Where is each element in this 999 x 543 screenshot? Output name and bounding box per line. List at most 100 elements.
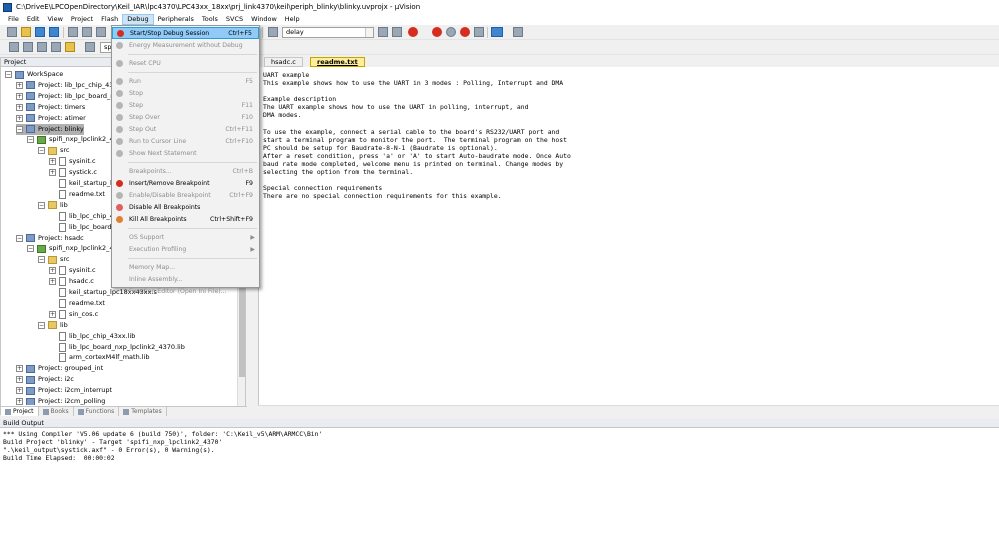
menu-flash[interactable]: Flash [97, 14, 122, 25]
menu-edit[interactable]: Edit [23, 14, 44, 25]
collapse-icon[interactable]: − [5, 71, 12, 78]
debug-menu-item[interactable]: Breakpoints... Ctrl+B [112, 165, 259, 177]
open-file-icon[interactable] [21, 27, 31, 37]
tree-item[interactable]: − Project: blinky [16, 123, 84, 135]
collapse-icon[interactable]: − [38, 256, 45, 264]
debug-menu-item[interactable]: Start/Stop Debug Session Ctrl+F5 [112, 27, 259, 39]
expand-icon[interactable]: + [16, 92, 23, 100]
collapse-icon[interactable]: − [16, 125, 23, 133]
batch-build-icon[interactable] [51, 42, 61, 52]
editor-text[interactable]: UART example This example shows how to u… [259, 67, 999, 201]
tree-item[interactable]: + hsadc.c [49, 276, 94, 287]
expand-icon[interactable]: + [49, 310, 56, 318]
tree-item[interactable]: + Project: lib_lpc_chip_43xx [16, 80, 121, 91]
tree-item[interactable]: + Project: i2cm_polling [16, 396, 105, 405]
collapse-icon[interactable]: − [27, 136, 34, 144]
menu-window[interactable]: Window [247, 14, 281, 25]
tree-item[interactable]: − lib [38, 200, 68, 211]
disable-breakpoint-icon[interactable] [446, 27, 456, 37]
debug-menu-item[interactable]: Enable/Disable Breakpoint Ctrl+F9 [112, 189, 259, 201]
tree-item[interactable]: − src [38, 254, 70, 265]
tab-project[interactable]: Project [1, 407, 39, 416]
find-combo[interactable]: delay [282, 27, 374, 38]
debug-menu-item[interactable]: Stop [112, 87, 259, 99]
tree-item[interactable]: arm_cortexM4lf_math.lib [49, 352, 150, 363]
chevron-down-icon[interactable] [365, 28, 373, 37]
options-icon[interactable] [85, 42, 95, 52]
debug-menu-item[interactable]: Step Over F10 [112, 111, 259, 123]
debug-menu-item[interactable]: Step F11 [112, 99, 259, 111]
expand-icon[interactable]: + [16, 387, 23, 395]
tree-item[interactable]: + sysinit.c [49, 265, 96, 276]
build-icon[interactable] [23, 42, 33, 52]
rebuild-icon[interactable] [37, 42, 47, 52]
load-icon[interactable] [65, 42, 75, 52]
window-layout-icon[interactable] [491, 27, 503, 37]
collapse-icon[interactable]: − [38, 201, 45, 209]
collapse-icon[interactable]: − [38, 147, 45, 155]
tree-item[interactable]: lib_lpc_board_ [49, 222, 115, 233]
paste-icon[interactable] [96, 27, 106, 37]
expand-icon[interactable]: + [49, 169, 56, 177]
save-icon[interactable] [35, 27, 45, 37]
menu-debug[interactable]: Debug [122, 14, 154, 25]
configure-icon[interactable] [513, 27, 523, 37]
debug-menu-item[interactable]: Inline Assembly... [112, 273, 259, 285]
debug-menu-item[interactable]: Kill All Breakpoints Ctrl+Shift+F9 [112, 213, 259, 225]
menu-help[interactable]: Help [281, 14, 304, 25]
tree-item[interactable]: keil_startup_lp [49, 178, 116, 189]
tree-item[interactable]: + Project: i2c [16, 374, 74, 385]
tree-item[interactable]: + sysinit.c [49, 156, 96, 167]
kill-breakpoints-icon[interactable] [460, 27, 470, 37]
expand-icon[interactable]: + [16, 365, 23, 373]
tree-item[interactable]: − lib [38, 320, 68, 331]
editor-tab-hsadc[interactable]: hsadc.c [264, 57, 303, 67]
tab-templates[interactable]: Templates [119, 407, 167, 416]
expand-icon[interactable]: + [49, 158, 56, 166]
tree-item[interactable]: + sin_cos.c [49, 309, 98, 320]
debug-menu-item[interactable]: Run to Cursor Line Ctrl+F10 [112, 135, 259, 147]
translate-icon[interactable] [9, 42, 19, 52]
debug-menu-item[interactable]: Disable All Breakpoints [112, 201, 259, 213]
cut-icon[interactable] [68, 27, 78, 37]
menu-view[interactable]: View [43, 14, 66, 25]
debug-menu-item[interactable]: Execution Profiling ▶ [112, 243, 259, 255]
expand-icon[interactable]: + [16, 398, 23, 405]
debug-menu-item[interactable]: Step Out Ctrl+F11 [112, 123, 259, 135]
expand-icon[interactable]: + [16, 114, 23, 122]
debug-icon[interactable] [408, 27, 418, 37]
editor-pane[interactable]: UART example This example shows how to u… [258, 67, 999, 409]
tab-books[interactable]: Books [39, 407, 74, 416]
tree-item[interactable]: − src [38, 145, 70, 156]
editor-hscrollbar[interactable] [258, 405, 999, 413]
debug-menu-item[interactable]: Insert/Remove Breakpoint F9 [112, 177, 259, 189]
save-all-icon[interactable] [49, 27, 59, 37]
tree-item[interactable]: + Project: i2cm_interrupt [16, 385, 112, 396]
bookmark-icon[interactable] [268, 27, 278, 37]
collapse-icon[interactable]: − [38, 321, 45, 329]
expand-icon[interactable]: + [16, 103, 23, 111]
tree-item[interactable]: lib_lpc_chip_4 [49, 211, 114, 222]
tree-item[interactable]: readme.txt [49, 298, 105, 309]
debug-menu-item[interactable]: Memory Map... [112, 261, 259, 273]
debug-menu-item[interactable]: Show Next Statement [112, 147, 259, 159]
find-in-files-icon[interactable] [378, 27, 388, 37]
breakpoint-icon[interactable] [432, 27, 442, 37]
copy-icon[interactable] [82, 27, 92, 37]
menu-tools[interactable]: Tools [198, 14, 222, 25]
debug-menu-item[interactable]: Energy Measurement without Debug [112, 39, 259, 51]
enable-breakpoint-icon[interactable] [474, 27, 484, 37]
debug-menu-item[interactable]: Reset CPU [112, 57, 259, 69]
tab-functions[interactable]: Functions [74, 407, 120, 416]
menu-project[interactable]: Project [67, 14, 97, 25]
menu-file[interactable]: File [4, 14, 23, 25]
editor-tab-readme[interactable]: readme.txt [310, 57, 365, 67]
tree-item[interactable]: readme.txt [49, 189, 105, 200]
collapse-icon[interactable]: − [27, 245, 34, 253]
tree-item[interactable]: + Project: atimer [16, 113, 86, 124]
expand-icon[interactable]: + [49, 267, 56, 275]
tree-item[interactable]: − Project: hsadc [16, 233, 84, 244]
expand-icon[interactable]: + [16, 376, 23, 384]
build-output-pane[interactable]: *** Using Compiler 'V5.06 update 6 (buil… [0, 428, 999, 543]
tree-item[interactable]: + Project: timers [16, 102, 85, 113]
